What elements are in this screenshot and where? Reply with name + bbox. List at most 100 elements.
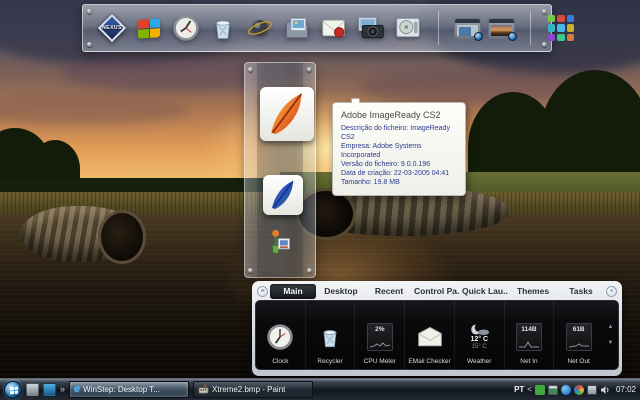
tab-tasks[interactable]: Tasks — [558, 284, 604, 299]
dock-item-adobe-imageready-cs2[interactable] — [260, 87, 314, 141]
dock-item-camera[interactable] — [356, 13, 386, 43]
weather-widget-icon: 12° C 15° C — [468, 319, 490, 355]
screw — [307, 67, 312, 72]
taskbar-button-label: WinStep: Desktop T... — [83, 385, 160, 394]
widget-label: CPU Meter — [364, 358, 396, 365]
recycle-bin-icon — [210, 14, 236, 42]
weather-temp: 12° C — [470, 336, 488, 344]
screw — [248, 67, 253, 72]
internet-explorer-icon: e — [74, 384, 80, 395]
widget-weather[interactable]: 12° C 15° C Weather — [455, 301, 505, 369]
tooltip-title: Adobe ImageReady CS2 — [341, 110, 457, 120]
email-widget-icon — [416, 319, 444, 355]
quick-launch-show-desktop-icon[interactable] — [26, 383, 39, 396]
dock-item-adobe-photoshop-cs2[interactable] — [263, 175, 303, 215]
volume-icon[interactable] — [600, 385, 610, 395]
dock-item-picture-gallery[interactable] — [266, 227, 294, 257]
widget-label: EMail Checker — [408, 358, 450, 365]
weather-temp-secondary: 15° C — [472, 344, 487, 351]
widget-cpu-meter[interactable]: 2% CPU Meter — [355, 301, 405, 369]
tray-icon-green[interactable] — [535, 385, 545, 395]
quick-launch-switch-windows-icon[interactable] — [43, 383, 56, 396]
widget-email-checker[interactable]: EMail Checker — [405, 301, 455, 369]
tab-main[interactable]: Main — [270, 284, 316, 299]
photoshop-feather-icon — [267, 179, 299, 211]
tray-icon-network[interactable] — [587, 385, 597, 395]
tooltip-line: Data de criação: 22-03-2005 04:41 — [341, 169, 457, 178]
widget-area: Clock Recycler 2% — [255, 300, 619, 370]
dock-item-network-globe[interactable] — [245, 13, 275, 43]
scroll-down-icon[interactable]: ▼ — [608, 340, 614, 346]
windows-flag-icon — [10, 386, 18, 394]
tray-icon-messenger[interactable] — [561, 385, 571, 395]
widget-label: Net In — [520, 358, 537, 365]
screw — [542, 42, 547, 47]
clock-icon — [172, 14, 200, 42]
panel-menu-button[interactable]: ≡ — [257, 286, 268, 297]
tooltip-line: Empresa: Adobe Systems Incorporated — [341, 142, 457, 160]
tab-themes[interactable]: Themes — [510, 284, 556, 299]
thumbnail-titlebar — [489, 19, 514, 23]
panel-close-button[interactable]: × — [606, 286, 617, 297]
tab-quick-launch[interactable]: Quick Lau... — [462, 284, 508, 299]
tab-control-panel[interactable]: Control Pa... — [414, 284, 460, 299]
widget-net-in[interactable]: 114B Net In — [505, 301, 555, 369]
tab-desktop[interactable]: Desktop — [318, 284, 364, 299]
dock-item-media-window[interactable] — [393, 13, 423, 43]
clock-widget-icon — [266, 319, 294, 355]
tooltip-imageready: Adobe ImageReady CS2 Descrição do fichei… — [332, 102, 466, 196]
recycler-widget-icon — [318, 319, 342, 355]
dock-item-mail[interactable] — [319, 13, 349, 43]
scroll-up-icon[interactable]: ▲ — [608, 324, 614, 330]
tab-recent[interactable]: Recent — [366, 284, 412, 299]
tooltip-line: Tamanho: 19.8 MB — [341, 178, 457, 187]
camera-icon — [356, 14, 386, 42]
pictures-folder-icon — [283, 14, 311, 42]
taskbar-button-winstep[interactable]: e WinStep: Desktop T... — [69, 381, 189, 398]
widget-scroll-column: ▲ ▼ — [603, 301, 618, 369]
taskbar-button-paint[interactable]: Xtreme2.bmp - Paint — [193, 381, 313, 398]
top-dock: NEXUS — [82, 4, 552, 52]
screw — [87, 42, 92, 47]
dock-item-nexus[interactable]: NEXUS — [97, 13, 127, 43]
windows-icon — [138, 18, 160, 39]
dock-window-thumbnail-winstep[interactable] — [454, 18, 481, 39]
media-window-icon — [394, 15, 422, 41]
widget-net-out[interactable]: 61B Net Out — [554, 301, 603, 369]
tray-collapse-chevron[interactable]: < — [527, 385, 532, 394]
screw — [307, 268, 312, 273]
dock-separator — [438, 11, 439, 45]
gallery-icon — [267, 228, 293, 256]
cpu-meter-widget-icon: 2% — [367, 319, 393, 355]
imageready-feather-icon — [264, 91, 310, 137]
dock-item-windows[interactable] — [134, 13, 164, 43]
taskbar-button-label: Xtreme2.bmp - Paint — [212, 385, 285, 394]
dock-item-clock[interactable] — [171, 13, 201, 43]
dock-item-recycle-bin[interactable] — [208, 13, 238, 43]
thumbnail-titlebar — [455, 19, 480, 23]
mail-icon — [320, 15, 348, 41]
dock-window-thumbnail-paint[interactable] — [488, 18, 515, 39]
tray-icon-monitor[interactable] — [548, 385, 558, 395]
widget-label: Net Out — [567, 358, 589, 365]
net-in-value: 114B — [521, 326, 536, 333]
widget-label: Recycler — [317, 358, 342, 365]
tray-icon-color[interactable] — [574, 385, 584, 395]
net-in-widget-icon: 114B — [516, 319, 542, 355]
dock-item-pictures-folder[interactable] — [282, 13, 312, 43]
start-button[interactable] — [4, 381, 22, 399]
language-indicator[interactable]: PT — [514, 385, 524, 394]
taskbar: » e WinStep: Desktop T... Xtreme2.bmp - … — [0, 378, 640, 400]
culvert-pipe-left — [20, 206, 142, 262]
widget-label: Weather — [467, 358, 491, 365]
dock-tray-icon-cluster[interactable] — [546, 13, 576, 43]
tooltip-line: Versão do ficheiro: 9.0.0.196 — [341, 160, 457, 169]
system-tray: PT < 07:02 — [514, 385, 636, 395]
widget-recycler[interactable]: Recycler — [306, 301, 356, 369]
app-badge-icon — [508, 32, 517, 41]
taskbar-clock[interactable]: 07:02 — [616, 385, 636, 394]
cpu-percent-value: 2% — [375, 326, 384, 333]
net-out-widget-icon: 61B — [566, 319, 592, 355]
widget-clock[interactable]: Clock — [256, 301, 306, 369]
quick-launch-overflow-chevron[interactable]: » — [60, 385, 65, 394]
